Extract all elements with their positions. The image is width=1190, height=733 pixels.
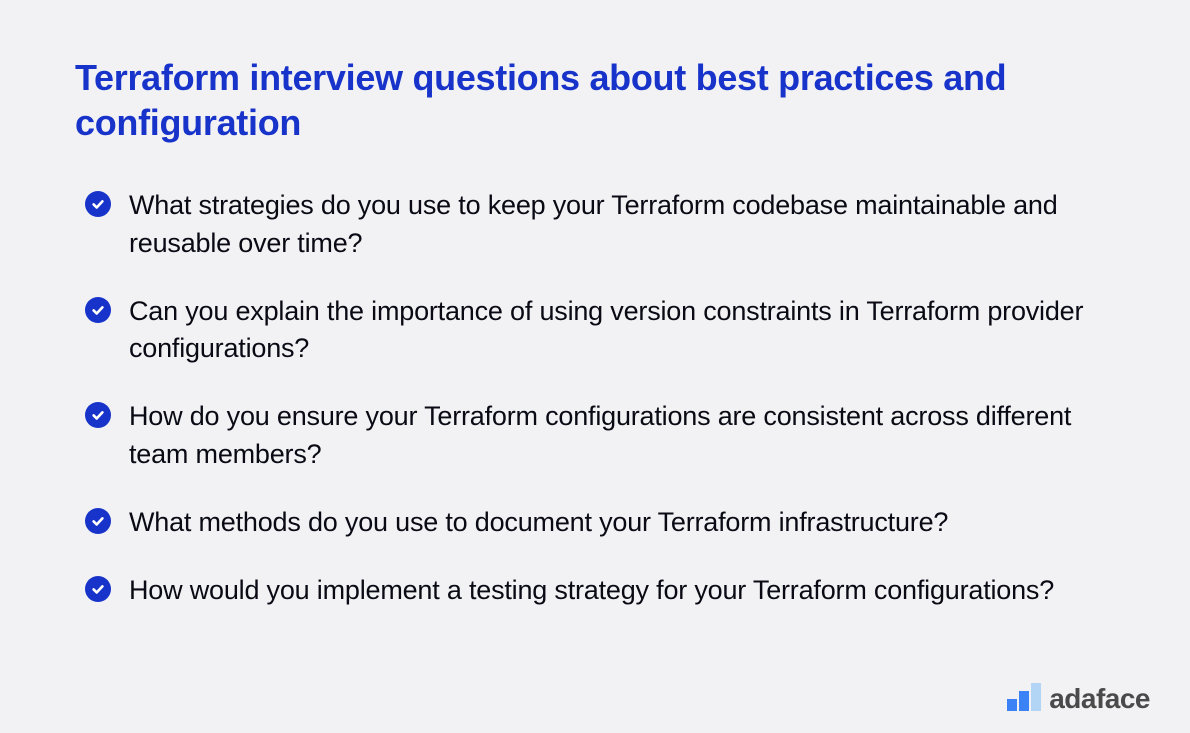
check-icon bbox=[85, 191, 111, 217]
question-item: Can you explain the importance of using … bbox=[85, 293, 1115, 369]
page-heading: Terraform interview questions about best… bbox=[75, 55, 1115, 145]
question-text: How do you ensure your Terraform configu… bbox=[129, 398, 1115, 474]
brand-logo: adaface bbox=[1007, 683, 1150, 711]
check-icon bbox=[85, 508, 111, 534]
question-text: What methods do you use to document your… bbox=[129, 504, 948, 542]
question-item: What methods do you use to document your… bbox=[85, 504, 1115, 542]
question-item: How do you ensure your Terraform configu… bbox=[85, 398, 1115, 474]
question-text: How would you implement a testing strate… bbox=[129, 572, 1054, 610]
check-icon bbox=[85, 297, 111, 323]
question-item: What strategies do you use to keep your … bbox=[85, 187, 1115, 263]
question-item: How would you implement a testing strate… bbox=[85, 572, 1115, 610]
check-icon bbox=[85, 576, 111, 602]
question-text: Can you explain the importance of using … bbox=[129, 293, 1115, 369]
question-text: What strategies do you use to keep your … bbox=[129, 187, 1115, 263]
question-list: What strategies do you use to keep your … bbox=[75, 187, 1115, 609]
logo-bars-icon bbox=[1007, 683, 1041, 711]
check-icon bbox=[85, 402, 111, 428]
logo-text: adaface bbox=[1049, 685, 1150, 713]
